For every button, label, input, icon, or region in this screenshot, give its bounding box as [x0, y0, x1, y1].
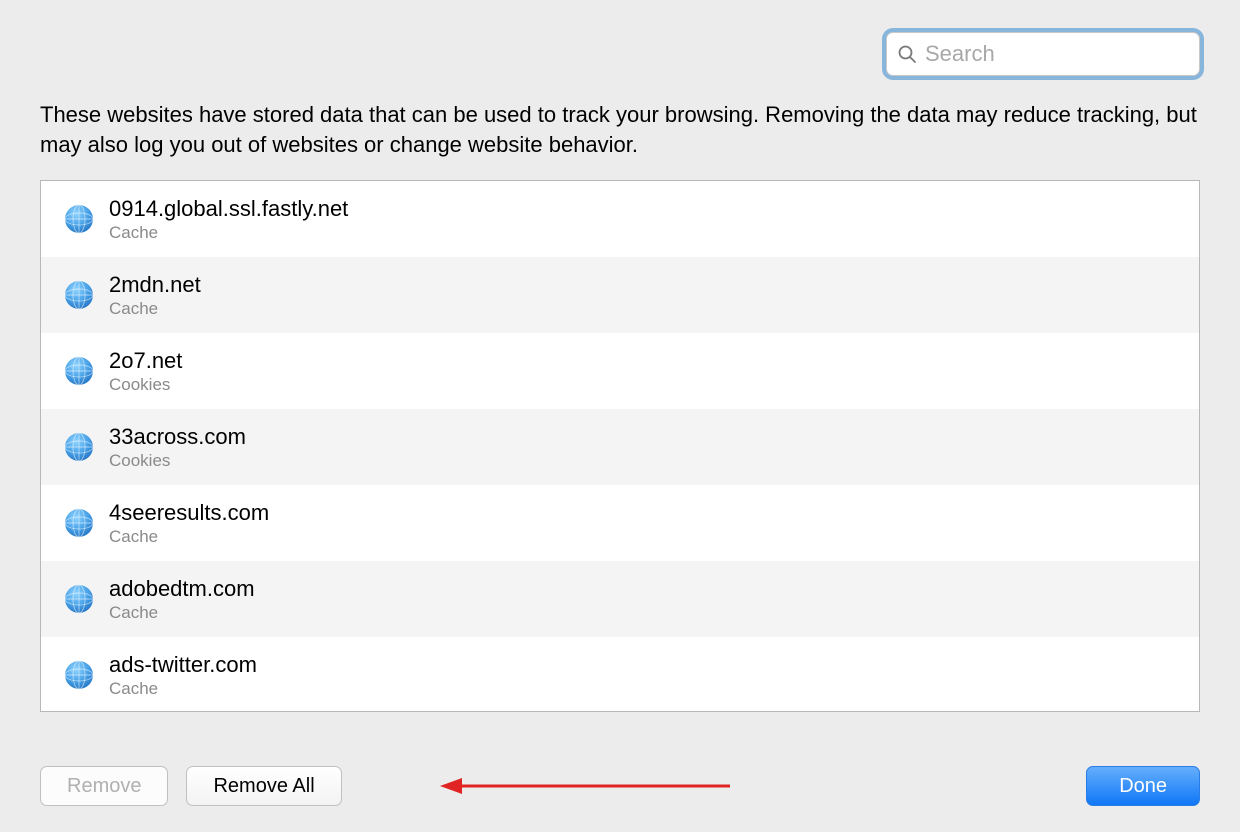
- item-text: 4seeresults.com Cache: [109, 499, 269, 548]
- item-text: 2mdn.net Cache: [109, 271, 201, 320]
- globe-icon: [63, 507, 95, 539]
- globe-icon: [63, 431, 95, 463]
- remove-button: Remove: [40, 766, 168, 806]
- item-type: Cache: [109, 298, 201, 319]
- item-domain: 0914.global.ssl.fastly.net: [109, 195, 348, 223]
- search-input[interactable]: [925, 41, 1213, 67]
- search-field[interactable]: [886, 32, 1200, 76]
- list-item[interactable]: 2mdn.net Cache: [41, 257, 1199, 333]
- item-text: 2o7.net Cookies: [109, 347, 182, 396]
- button-row: Remove Remove All Done: [40, 766, 1200, 806]
- description-text: These websites have stored data that can…: [40, 100, 1200, 159]
- list-item[interactable]: adobedtm.com Cache: [41, 561, 1199, 637]
- item-text: 0914.global.ssl.fastly.net Cache: [109, 195, 348, 244]
- list-item[interactable]: ads-twitter.com Cache: [41, 637, 1199, 712]
- item-text: adobedtm.com Cache: [109, 575, 255, 624]
- item-type: Cache: [109, 602, 255, 623]
- item-type: Cache: [109, 526, 269, 547]
- website-data-list[interactable]: 0914.global.ssl.fastly.net Cache 2mdn.ne…: [40, 180, 1200, 712]
- list-item[interactable]: 33across.com Cookies: [41, 409, 1199, 485]
- globe-icon: [63, 279, 95, 311]
- done-button[interactable]: Done: [1086, 766, 1200, 806]
- item-text: ads-twitter.com Cache: [109, 651, 257, 700]
- item-domain: 2o7.net: [109, 347, 182, 375]
- item-text: 33across.com Cookies: [109, 423, 246, 472]
- search-icon: [897, 44, 917, 64]
- list-item[interactable]: 2o7.net Cookies: [41, 333, 1199, 409]
- item-type: Cache: [109, 222, 348, 243]
- list-item[interactable]: 4seeresults.com Cache: [41, 485, 1199, 561]
- remove-all-button[interactable]: Remove All: [186, 766, 341, 806]
- item-type: Cookies: [109, 450, 246, 471]
- globe-icon: [63, 659, 95, 691]
- item-domain: 33across.com: [109, 423, 246, 451]
- item-domain: 2mdn.net: [109, 271, 201, 299]
- globe-icon: [63, 203, 95, 235]
- item-domain: 4seeresults.com: [109, 499, 269, 527]
- list-item[interactable]: 0914.global.ssl.fastly.net Cache: [41, 181, 1199, 257]
- item-domain: ads-twitter.com: [109, 651, 257, 679]
- item-type: Cookies: [109, 374, 182, 395]
- item-domain: adobedtm.com: [109, 575, 255, 603]
- globe-icon: [63, 355, 95, 387]
- item-type: Cache: [109, 678, 257, 699]
- globe-icon: [63, 583, 95, 615]
